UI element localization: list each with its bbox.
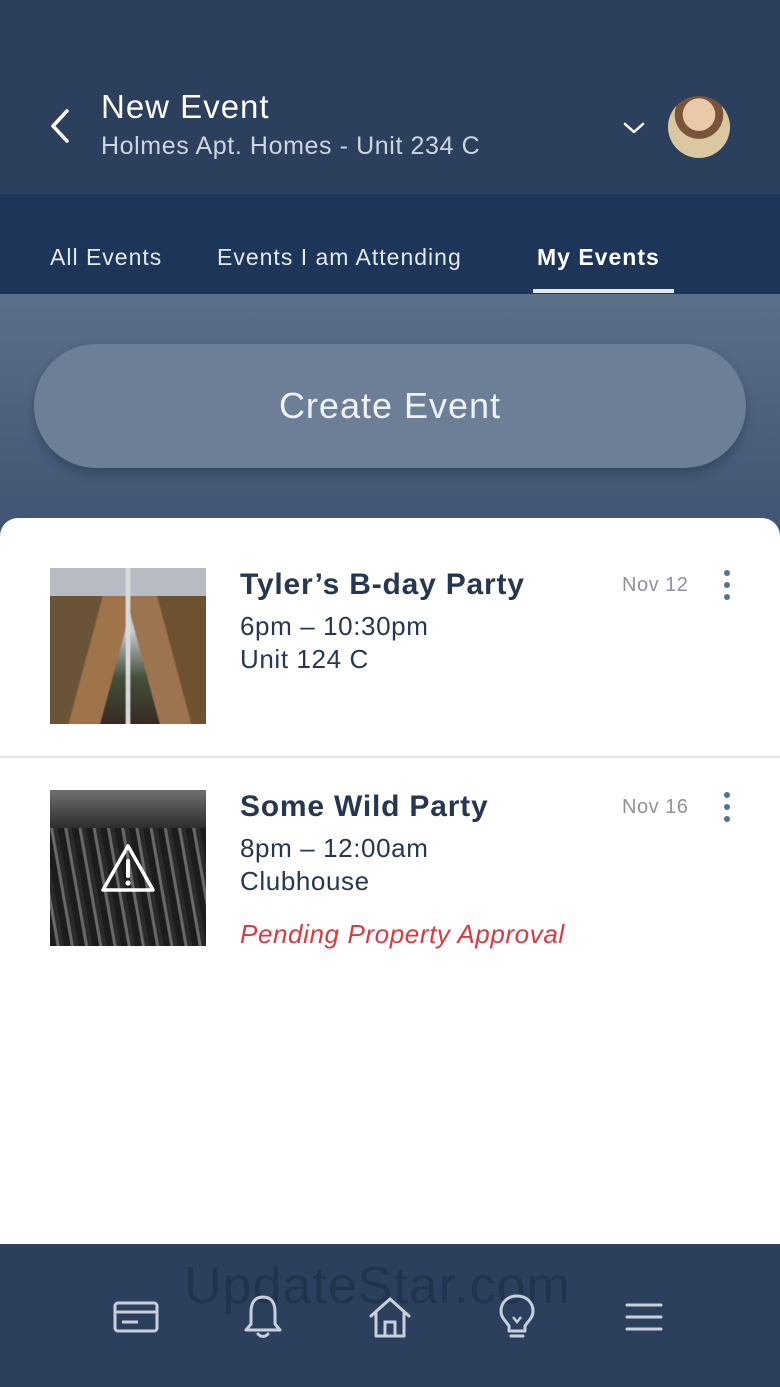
- event-date: Nov 16: [622, 796, 689, 818]
- property-subtitle: Holmes Apt. Homes - Unit 234 C: [101, 132, 481, 160]
- tab-all-events[interactable]: All Events: [50, 244, 162, 271]
- event-image: [50, 568, 206, 724]
- create-event-area: Create Event: [0, 294, 780, 544]
- event-location: Clubhouse: [240, 866, 370, 896]
- home-icon: [369, 1297, 411, 1338]
- card-icon: [113, 1301, 159, 1333]
- menu-icon: [625, 1303, 663, 1331]
- active-tab-indicator: [533, 289, 674, 293]
- nav-home[interactable]: [362, 1292, 418, 1342]
- create-event-button[interactable]: Create Event: [34, 344, 746, 468]
- page-title: New Event: [101, 88, 270, 125]
- chevron-down-icon: [623, 122, 645, 134]
- event-time: 8pm – 12:00am: [240, 833, 429, 863]
- tab-my-events[interactable]: My Events: [537, 244, 660, 271]
- more-options-icon[interactable]: [714, 787, 740, 827]
- app-header: New Event Holmes Apt. Homes - Unit 234 C: [0, 0, 780, 194]
- lightbulb-icon: [499, 1294, 535, 1338]
- event-location: Unit 124 C: [240, 644, 369, 674]
- bell-icon: [244, 1295, 282, 1338]
- event-time: 6pm – 10:30pm: [240, 611, 429, 641]
- events-list: Tyler’s B-day Party 6pm – 10:30pm Unit 1…: [0, 518, 780, 1244]
- event-date: Nov 12: [622, 574, 689, 596]
- nav-ideas[interactable]: [489, 1292, 545, 1342]
- event-image: [50, 790, 206, 946]
- nav-menu[interactable]: [616, 1292, 672, 1342]
- chevron-left-icon: [51, 109, 69, 143]
- more-options-icon[interactable]: [714, 565, 740, 605]
- bottom-nav: UpdateStar.com: [0, 1244, 780, 1387]
- event-title: Tyler’s B-day Party: [240, 568, 525, 601]
- tab-bar: All Events Events I am Attending My Even…: [0, 194, 780, 294]
- status-badge: Pending Property Approval: [240, 919, 565, 949]
- warning-icon: [100, 840, 156, 896]
- back-button[interactable]: [44, 104, 76, 148]
- avatar[interactable]: [668, 96, 730, 158]
- event-title: Some Wild Party: [240, 790, 489, 823]
- divider: [0, 756, 780, 758]
- nav-payments[interactable]: [108, 1292, 164, 1342]
- nav-notifications[interactable]: [235, 1292, 291, 1342]
- property-dropdown-button[interactable]: [618, 112, 650, 144]
- tab-events-attending[interactable]: Events I am Attending: [217, 244, 462, 271]
